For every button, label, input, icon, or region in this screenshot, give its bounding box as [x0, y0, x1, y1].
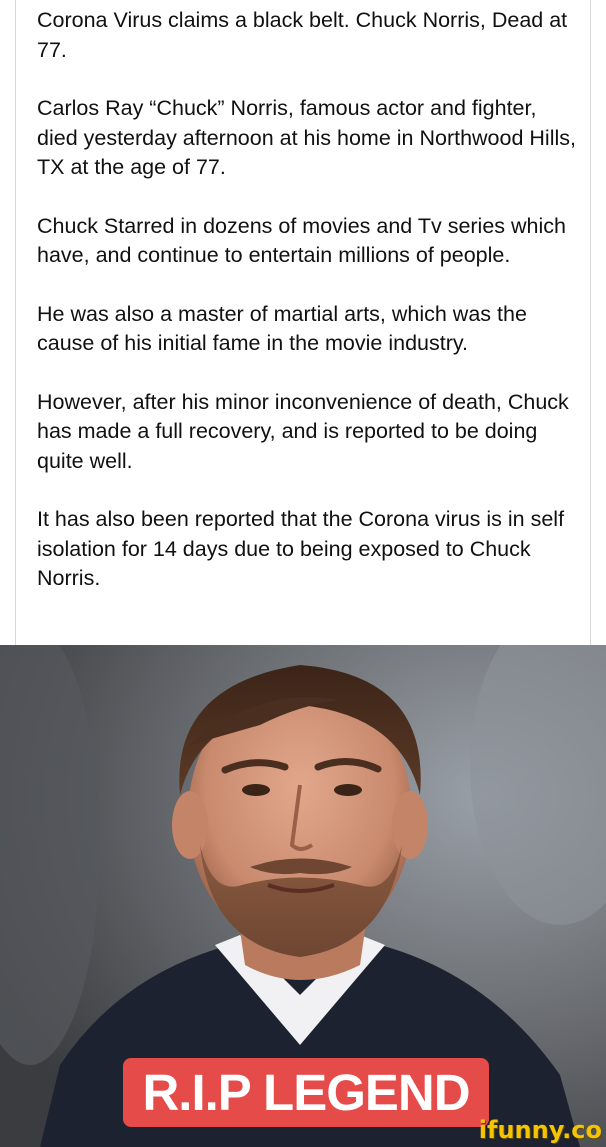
post-body: Corona Virus claims a black belt. Chuck …: [37, 6, 582, 623]
post-card: Corona Virus claims a black belt. Chuck …: [15, 0, 591, 645]
ifunny-watermark: ifunny.co: [478, 1116, 602, 1144]
post-paragraph-2: Carlos Ray “Chuck” Norris, famous actor …: [37, 96, 576, 179]
post-paragraph-6: It has also been reported that the Coron…: [37, 507, 565, 590]
meme-page: Corona Virus claims a black belt. Chuck …: [0, 0, 606, 1147]
post-paragraph-5: However, after his minor inconvenience o…: [37, 389, 569, 473]
post-paragraph-1: Corona Virus claims a black belt. Chuck …: [37, 8, 568, 62]
post-paragraph-4: He was also a master of martial arts, wh…: [37, 301, 527, 356]
post-paragraph-3: Chuck Starred in dozens of movies and Tv…: [37, 213, 566, 268]
rip-legend-banner: R.I.P LEGEND: [123, 1058, 489, 1127]
